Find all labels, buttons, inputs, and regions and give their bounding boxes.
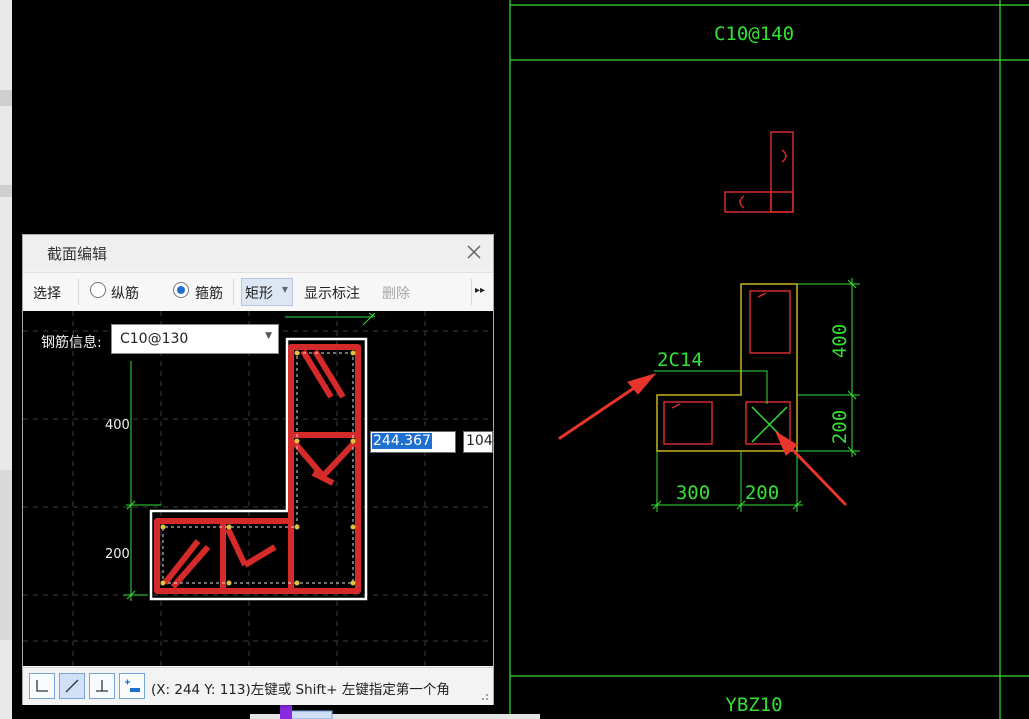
stirrups [154,344,361,594]
leader-rebar-label: 2C14 [657,349,703,371]
dialog-title: 截面编辑 [47,245,108,263]
canvas-dim-200-label: 200 [105,547,130,562]
dialog-toolbar: 选择 纵筋 箍筋 矩形 ▼ 显示标注 删除 ▸▸ [23,272,493,311]
longitudinal-radio[interactable] [90,282,106,298]
rebar-info-select[interactable]: C10@130 ▼ [111,324,279,354]
bottom-toolbar-fragments [250,703,540,719]
orthogonal-mode-icon[interactable] [29,673,55,699]
stirrup-label[interactable]: 箍筋 [195,283,223,303]
section-canvas[interactable] [23,311,493,666]
canvas-dim-400-label: 400 [105,418,130,433]
drawing-frame [509,0,1029,719]
shape-dropdown-value: 矩形 [245,286,273,302]
dim-200-vertical-label: 200 [829,410,851,444]
resize-grip-icon[interactable] [479,691,489,701]
top-rebar-label: C10@140 [714,23,794,45]
column-label: YBZ10 [725,694,782,716]
section-edit-dialog[interactable]: 截面编辑 选择 纵筋 箍筋 矩形 ▼ 显示标注 删除 ▸▸ 钢筋信息: C10@… [22,234,494,705]
coordinate-input-secondary-value: 104 [466,433,493,449]
rebar-info-label: 钢筋信息: [41,335,102,351]
shape-dropdown[interactable]: 矩形 ▼ [241,278,293,306]
longitudinal-label[interactable]: 纵筋 [111,283,139,303]
dim-200-horizontal-label: 200 [745,482,779,504]
stirrup-detail [724,131,794,213]
close-icon[interactable] [463,241,485,263]
chevron-down-icon: ▼ [265,331,272,341]
line-mode-icon[interactable] [59,673,85,699]
coordinate-input-secondary[interactable]: 104 [463,431,493,453]
snap-mode-icon[interactable] [119,673,145,699]
delete-button[interactable]: 删除 [382,283,410,303]
section-canvas-drawing [23,311,493,666]
select-button[interactable]: 选择 [33,283,61,303]
chevron-down-icon: ▼ [281,285,288,294]
coordinate-input-primary-value: 244.367 [372,433,432,449]
dim-400-label: 400 [829,324,851,358]
dialog-title-bar[interactable]: 截面编辑 [23,235,493,271]
perpendicular-mode-icon[interactable] [89,673,115,699]
stirrup-radio[interactable] [173,282,189,298]
dialog-status-bar: (X: 244 Y: 113)左键或 Shift+ 左键指定第一个角 [23,667,493,705]
rebar-info-value: C10@130 [120,331,189,347]
status-text: (X: 244 Y: 113)左键或 Shift+ 左键指定第一个角 [151,682,450,698]
coordinate-input-primary[interactable]: 244.367 [370,431,456,453]
grid-lines [23,311,493,666]
dim-300-label: 300 [676,482,710,504]
more-tools-icon[interactable]: ▸▸ [475,285,485,296]
show-annotation-button[interactable]: 显示标注 [304,283,360,303]
